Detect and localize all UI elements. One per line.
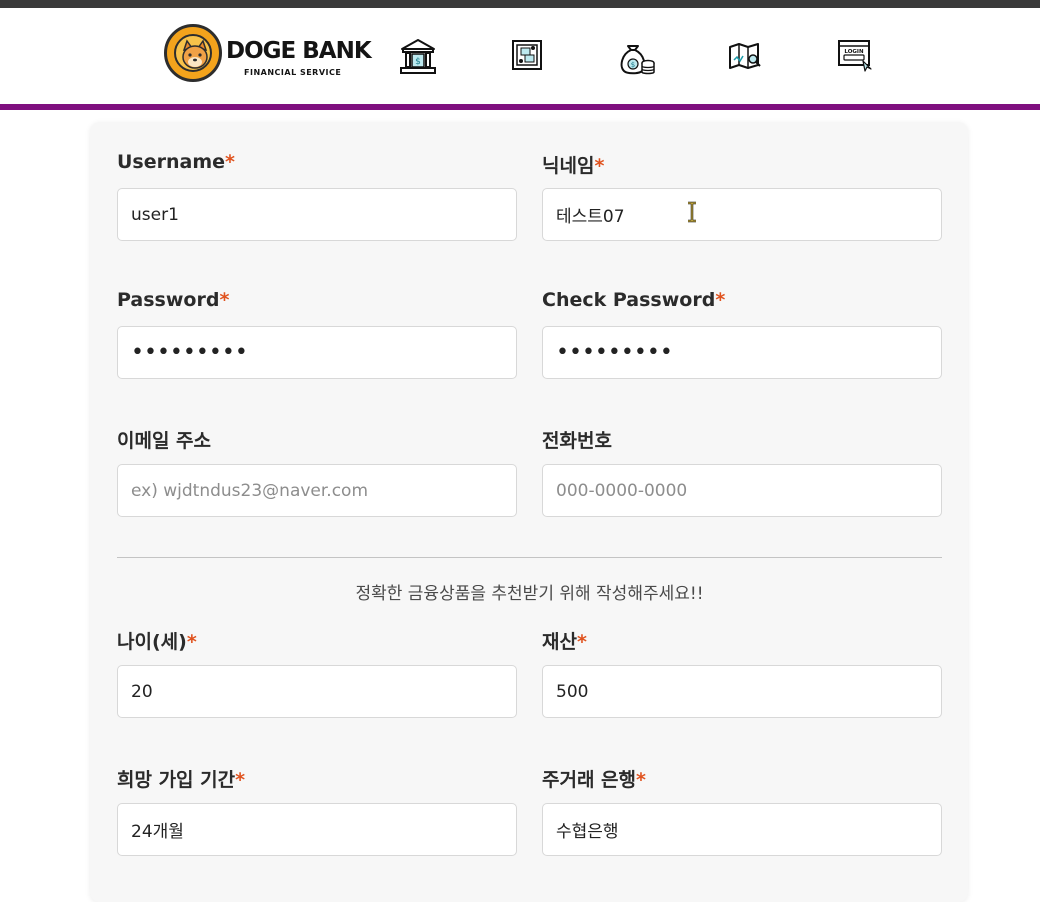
password-label: Password* — [117, 289, 230, 311]
email-input[interactable]: ex) wjdtndus23@naver.com — [117, 464, 517, 517]
logo-subtitle: FINANCIAL SERVICE — [244, 68, 342, 77]
assets-input[interactable]: 500 — [542, 665, 942, 718]
nickname-label: 닉네임* — [542, 155, 605, 177]
svg-text:$: $ — [415, 57, 421, 67]
doge-coin-icon — [164, 24, 222, 82]
svg-text:$: $ — [631, 61, 635, 69]
top-bar — [0, 0, 1040, 8]
assets-label: 재산* — [542, 631, 587, 653]
main-bank-label: 주거래 은행* — [542, 769, 646, 791]
logo-title: DOGE BANK — [226, 38, 372, 64]
login-icon[interactable]: LOGIN — [836, 36, 876, 78]
header-accent-line — [0, 104, 1040, 110]
check-password-label: Check Password* — [542, 289, 726, 311]
map-icon[interactable] — [726, 36, 766, 78]
main-bank-select[interactable]: 수협은행 — [542, 803, 942, 856]
check-password-input[interactable]: ••••••••• — [542, 326, 942, 379]
period-label: 희망 가입 기간* — [117, 769, 246, 791]
text-cursor-icon — [688, 201, 696, 223]
username-input[interactable]: user1 — [117, 188, 517, 241]
password-input[interactable]: ••••••••• — [117, 326, 517, 379]
doge-bank-logo[interactable]: DOGE BANK FINANCIAL SERVICE — [164, 24, 372, 94]
recommendation-notice: 정확한 금융상품을 추천받기 위해 작성해주세요!! — [355, 584, 704, 604]
savings-icon[interactable]: $ — [616, 36, 656, 78]
svg-text:LOGIN: LOGIN — [844, 49, 864, 55]
phone-input[interactable]: 000-0000-0000 — [542, 464, 942, 517]
phone-label: 전화번호 — [542, 430, 612, 452]
header: DOGE BANK FINANCIAL SERVICE $ $ LOGIN — [0, 8, 1040, 104]
nickname-input[interactable]: 테스트07 — [542, 188, 942, 241]
section-divider — [117, 557, 942, 558]
period-select[interactable]: 24개월 — [117, 803, 517, 856]
age-input[interactable]: 20 — [117, 665, 517, 718]
username-label: Username* — [117, 151, 235, 173]
exchange-icon[interactable] — [508, 36, 548, 78]
age-label: 나이(세)* — [117, 631, 197, 653]
bank-icon[interactable]: $ — [398, 36, 438, 78]
email-label: 이메일 주소 — [117, 430, 212, 452]
